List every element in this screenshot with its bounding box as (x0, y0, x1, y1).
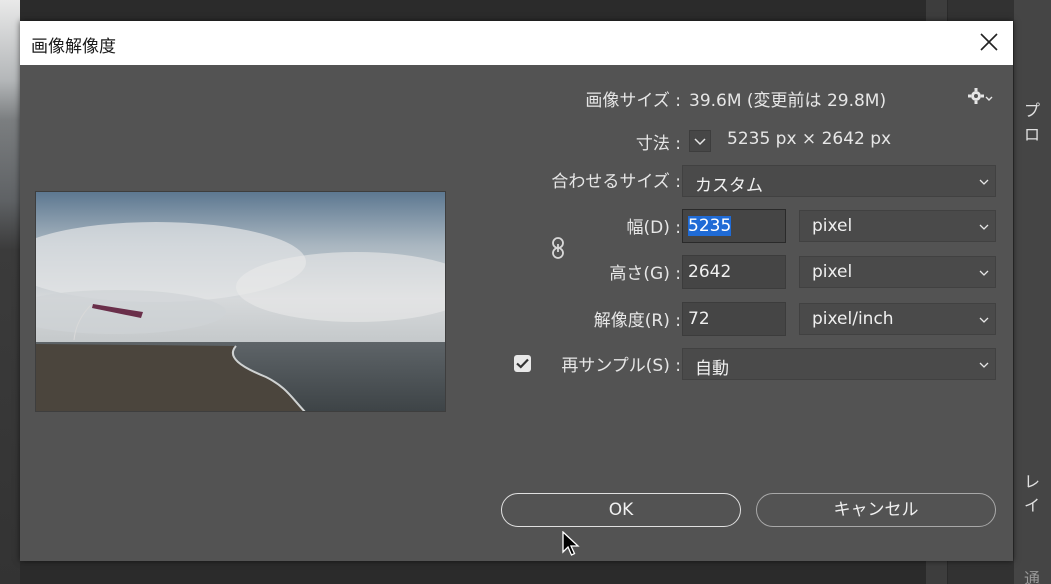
resolution-value: 72 (688, 309, 710, 329)
chevron-down-icon (979, 270, 989, 276)
dimensions-value: 5235 px × 2642 px (727, 129, 892, 149)
checkmark-icon (516, 358, 529, 369)
dialog-titlebar: 画像解像度 (20, 21, 1013, 65)
height-label: 高さ(G) : (609, 264, 681, 284)
panel-tab-layers[interactable]: レイ (1024, 468, 1051, 516)
height-value: 2642 (688, 262, 732, 282)
resolution-label: 解像度(R) : (593, 311, 681, 331)
resolution-unit-value: pixel/inch (812, 309, 894, 329)
constrain-proportions-button[interactable] (551, 237, 565, 263)
panel-tab-properties[interactable]: プロ (1024, 97, 1051, 145)
image-size-dialog: 画像解像度 画像サイズ: 39.6M (変更前は 29.8M) 寸法: 52… (20, 21, 1013, 561)
resolution-input[interactable]: 72 (682, 302, 786, 336)
dialog-title: 画像解像度 (31, 37, 116, 57)
resample-method-select[interactable]: 自動 (682, 348, 996, 380)
image-size-label: 画像サイズ : (585, 91, 681, 111)
chevron-down-icon (694, 138, 706, 146)
chevron-down-icon (979, 224, 989, 230)
height-unit-select[interactable]: pixel (799, 256, 996, 288)
width-value: 5235 (688, 216, 732, 236)
ok-button[interactable]: OK (501, 493, 741, 527)
chevron-down-icon (979, 362, 989, 368)
resample-checkbox[interactable] (514, 355, 531, 372)
height-input[interactable]: 2642 (682, 255, 786, 289)
dimensions-label: 寸法 : (635, 134, 681, 154)
close-button[interactable] (963, 21, 1013, 65)
image-preview[interactable] (35, 191, 446, 412)
panel-blend-mode[interactable]: 通 (1024, 565, 1040, 584)
chevron-down-icon (979, 179, 989, 185)
resample-label[interactable]: 再サンプル(S) : (561, 351, 681, 376)
gear-button[interactable] (967, 87, 993, 109)
width-input[interactable]: 5235 (682, 209, 786, 243)
resolution-unit-select[interactable]: pixel/inch (799, 303, 996, 335)
height-unit-value: pixel (812, 262, 853, 282)
width-unit-select[interactable]: pixel (799, 210, 996, 242)
fit-to-select[interactable]: カスタム (682, 165, 996, 197)
background-canvas-edge (0, 0, 20, 584)
mouse-pointer-icon (562, 531, 580, 556)
fit-to-value: カスタム (695, 176, 763, 196)
chevron-down-icon (979, 317, 989, 323)
chain-link-icon (552, 237, 564, 259)
fit-to-label: 合わせるサイズ : (551, 172, 681, 192)
cancel-button[interactable]: キャンセル (756, 493, 996, 527)
resample-method-value: 自動 (695, 359, 729, 379)
dimensions-unit-toggle[interactable] (689, 130, 711, 152)
close-icon (980, 33, 998, 51)
width-label: 幅(D) : (626, 218, 682, 238)
gear-icon (968, 88, 993, 104)
preview-image (36, 192, 445, 411)
image-size-value: 39.6M (変更前は 29.8M) (689, 91, 887, 111)
width-unit-value: pixel (812, 216, 853, 236)
